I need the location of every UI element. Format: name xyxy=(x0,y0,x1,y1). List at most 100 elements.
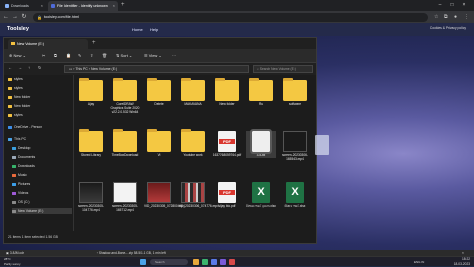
sidebar-item-music[interactable]: Music xyxy=(12,172,27,178)
sidebar-item-pictures[interactable]: Pictures xyxy=(12,181,30,187)
breadcrumb-volume[interactable]: New Volume (E:) xyxy=(91,67,117,71)
file-name: vijay bio.pdf xyxy=(218,204,236,208)
sidebar-item-this-pc[interactable]: This PC xyxy=(8,136,26,142)
file-item-selected[interactable]: 3.8JM xyxy=(246,129,276,158)
file-item[interactable]: Ru xyxy=(246,78,276,107)
file-item[interactable]: Delete xyxy=(144,78,174,107)
weather-widget[interactable]: 28°C Partly sunny xyxy=(4,257,21,266)
download-label: Shadow-and-Bone-...zip xyxy=(98,251,134,255)
new-tab-button[interactable]: + xyxy=(92,39,96,48)
minimize-icon[interactable]: – xyxy=(434,0,446,11)
app-icon[interactable] xyxy=(220,259,226,265)
cookie-policy-link[interactable]: Cookies & Privacy policy xyxy=(430,26,466,30)
maximize-icon[interactable]: □ xyxy=(446,0,458,11)
new-tab-button[interactable]: + xyxy=(121,1,125,10)
file-item[interactable]: PDF vijay bio.pdf xyxy=(212,182,242,209)
file-item[interactable]: software xyxy=(280,78,310,107)
sidebar-item-new-folder[interactable]: New folder xyxy=(8,94,30,100)
file-item[interactable]: PDF 1637768059764.pdf xyxy=(212,131,242,158)
nav-help-link[interactable]: Help xyxy=(150,23,158,36)
profile-icon[interactable]: ● xyxy=(454,12,457,22)
nav-home-link[interactable]: Home xyxy=(132,23,143,36)
sidebar-item-desktop[interactable]: Desktop xyxy=(12,145,30,151)
file-name: 1637768059764.pdf xyxy=(212,153,242,157)
file-item[interactable]: MAKAVANA xyxy=(178,78,208,107)
sidebar-item-onedrive[interactable]: OneDrive - Person xyxy=(8,124,42,130)
refresh-icon[interactable]: ↻ xyxy=(38,63,41,73)
share-icon[interactable]: ⇪ xyxy=(90,51,93,61)
edge-icon[interactable] xyxy=(211,259,217,265)
command-bar: ⊕ New ⌄ ✂ ⧉ 📋 ✎ ⇪ 🗑 ⇅ Sort ⌄ ☰ View ⌄ ··… xyxy=(4,49,316,63)
new-button[interactable]: ⊕ New ⌄ xyxy=(9,51,26,61)
extensions-icon[interactable]: ⧉ xyxy=(444,12,448,22)
clock[interactable]: 18:22 18-03-2023 xyxy=(454,257,470,266)
file-explorer-icon[interactable] xyxy=(193,259,199,265)
forward-icon[interactable]: → xyxy=(11,12,19,22)
delete-icon[interactable]: 🗑 xyxy=(102,51,107,61)
sidebar-item-styles[interactable]: styles xyxy=(8,76,23,82)
reload-icon[interactable]: ↻ xyxy=(20,12,28,22)
file-name: TimeBoxDownload xyxy=(111,153,139,157)
site-logo[interactable]: Toolsley xyxy=(7,23,29,36)
sidebar-item-new-volume-e[interactable]: New Volume (E:) xyxy=(12,208,72,214)
file-item[interactable]: Vi xyxy=(144,129,174,158)
sidebar-item-os-c[interactable]: OS (C:) xyxy=(12,199,30,205)
file-item[interactable]: VID_20230306_074776.mp4 xyxy=(178,182,219,209)
menu-icon[interactable]: ⋮ xyxy=(464,12,469,22)
tab-file-identifier[interactable]: File Identifier - Identify unknown × xyxy=(48,1,118,11)
breadcrumb-this-pc[interactable]: This PC xyxy=(75,67,87,71)
search-input[interactable]: ⌕ Search New Volume (E:) xyxy=(253,65,313,73)
close-icon[interactable]: × xyxy=(41,1,43,11)
drive-icon xyxy=(12,200,16,204)
file-item[interactable]: screen-20230305-165712.mp4 xyxy=(110,182,140,213)
taskbar-search[interactable]: Search xyxy=(150,259,188,265)
sidebar-label: New Volume (E:) xyxy=(18,209,44,213)
file-item[interactable]: screen-20230306-165543.mp4 xyxy=(280,131,310,162)
file-item[interactable]: screen-20230305-104776.mp4 xyxy=(76,182,106,213)
file-item[interactable]: TimeBoxDownload xyxy=(110,129,140,158)
cut-icon[interactable]: ✂ xyxy=(42,51,45,61)
sidebar-item-documents[interactable]: Documents xyxy=(12,154,35,160)
forward-icon[interactable]: → xyxy=(18,63,22,73)
tab-downloads[interactable]: Downloads × xyxy=(2,1,46,11)
back-icon[interactable]: ← xyxy=(2,12,10,22)
close-icon[interactable]: × xyxy=(113,1,115,11)
url-field[interactable]: 🔒 toolsley.com/file.html xyxy=(33,12,428,22)
sidebar-label: New folder xyxy=(14,104,31,108)
file-item[interactable]: Youtube work xyxy=(178,129,208,158)
more-icon[interactable]: ··· xyxy=(172,51,176,61)
view-button[interactable]: ☰ View ⌄ xyxy=(144,51,162,61)
sidebar-item-new-folder[interactable]: New folder xyxy=(8,103,30,109)
status-text: 21 items 1 item selected 1.56 GB xyxy=(8,235,58,239)
path-breadcrumb[interactable]: ▭ › This PC › New Volume (E:) xyxy=(64,65,249,73)
file-item[interactable]: X શિક્ષક ભાઈ.xlsx xyxy=(280,182,310,209)
video-thumbnail xyxy=(79,182,103,203)
file-item[interactable]: Ajay xyxy=(76,78,106,107)
file-item[interactable]: New folder xyxy=(212,78,242,107)
sort-button[interactable]: ⇅ Sort ⌄ xyxy=(116,51,132,61)
sidebar-item-downloads[interactable]: Downloads xyxy=(12,163,35,169)
copy-icon[interactable]: ⧉ xyxy=(54,51,57,61)
back-icon[interactable]: ← xyxy=(8,63,12,73)
star-icon[interactable]: ☆ xyxy=(434,12,438,22)
sidebar-item-styles[interactable]: styles xyxy=(8,112,23,118)
rename-icon[interactable]: ✎ xyxy=(78,51,81,61)
close-window-icon[interactable]: × xyxy=(458,0,470,11)
search-label: Search xyxy=(155,260,165,264)
app-icon[interactable] xyxy=(229,259,235,265)
sidebar-item-videos[interactable]: Videos xyxy=(12,190,28,196)
paste-icon[interactable]: 📋 xyxy=(66,51,71,61)
file-item[interactable]: X વિજય ભાઈ ફાઇલ.xlsx xyxy=(246,182,276,209)
lock-icon: 🔒 xyxy=(37,14,42,20)
file-item[interactable]: CorelDRAW Graphics Suite 2020 v22.2.0.53… xyxy=(110,78,140,114)
explorer-tab[interactable]: New Volume (E:) xyxy=(8,39,88,49)
start-icon[interactable] xyxy=(140,259,146,265)
file-item[interactable]: VID_20230305_072800.mp4 xyxy=(144,182,185,209)
file-item[interactable]: Stored Library xyxy=(76,129,106,158)
search-placeholder: Search New Volume (E:) xyxy=(259,67,296,71)
sidebar-label: This PC xyxy=(14,137,27,141)
up-icon[interactable]: ↑ xyxy=(28,63,30,73)
sidebar-item-styles[interactable]: styles xyxy=(8,85,23,91)
taskbar: 28°C Partly sunny Search ENG IN 18:22 18… xyxy=(0,256,474,266)
chrome-icon[interactable] xyxy=(202,259,208,265)
